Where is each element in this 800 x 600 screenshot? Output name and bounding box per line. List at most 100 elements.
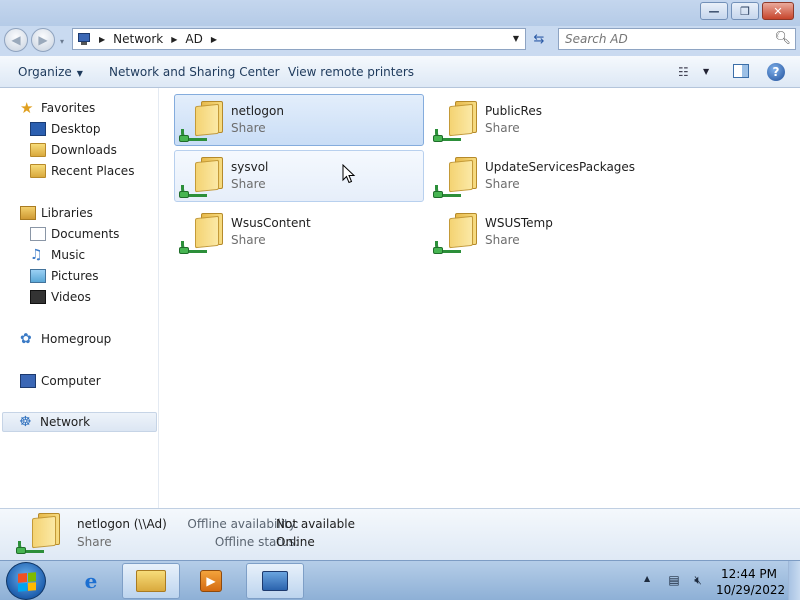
share-name: netlogon bbox=[231, 104, 284, 118]
recent-places-icon bbox=[30, 164, 46, 178]
breadcrumb: ▶ Network ▶ AD ▶ bbox=[99, 32, 225, 46]
music-note-icon: ♫ bbox=[30, 247, 43, 263]
address-row: ◀ ▶ ▾ ▶ Network ▶ AD ▶ ▼ ⇆ 🔍︎ bbox=[0, 26, 800, 56]
nav-network[interactable]: ☸ Network bbox=[2, 412, 157, 432]
shared-folder-icon bbox=[179, 99, 227, 145]
share-name: WsusContent bbox=[231, 216, 311, 230]
nav-recent-places[interactable]: Recent Places bbox=[30, 161, 134, 181]
downloads-folder-icon bbox=[30, 143, 46, 157]
back-button[interactable]: ◀ bbox=[4, 28, 28, 52]
taskbar-internet-explorer[interactable]: e bbox=[62, 563, 120, 599]
nav-homegroup[interactable]: ✿ Homegroup bbox=[20, 329, 111, 349]
search-box[interactable]: 🔍︎ bbox=[558, 28, 796, 50]
share-tile-updateservicespackages[interactable]: UpdateServicesPackages Share bbox=[428, 150, 678, 202]
clock-time: 12:44 PM bbox=[721, 567, 777, 581]
nav-network-label: Network bbox=[40, 415, 91, 429]
taskbar: e ▶ ▲ ▤ 🔇︎ 12:44 PM 10/29/2022 bbox=[0, 560, 800, 600]
internet-explorer-icon: e bbox=[84, 569, 98, 593]
nav-downloads-label: Downloads bbox=[51, 143, 117, 157]
nav-desktop-label: Desktop bbox=[51, 122, 101, 136]
start-button[interactable] bbox=[6, 562, 46, 600]
nav-videos-label: Videos bbox=[51, 290, 91, 304]
breadcrumb-ad[interactable]: AD bbox=[185, 32, 202, 46]
homegroup-icon: ✿ bbox=[20, 331, 32, 347]
share-tile-sysvol[interactable]: sysvol Share bbox=[174, 150, 424, 202]
address-bar[interactable]: ▶ Network ▶ AD ▶ ▼ bbox=[72, 28, 526, 50]
nav-music[interactable]: ♫ Music bbox=[30, 245, 85, 265]
refresh-button[interactable]: ⇆ bbox=[529, 30, 549, 48]
nav-downloads[interactable]: Downloads bbox=[30, 140, 117, 160]
network-sharing-center-button[interactable]: Network and Sharing Center bbox=[109, 65, 280, 79]
share-type: Share bbox=[485, 121, 520, 135]
help-button[interactable]: ? bbox=[767, 63, 785, 81]
address-history-dropdown[interactable]: ▼ bbox=[513, 34, 519, 43]
close-button[interactable]: ✕ bbox=[762, 2, 794, 20]
organize-label: Organize bbox=[18, 65, 72, 79]
chevron-down-icon: ▼ bbox=[76, 69, 83, 78]
title-bar: — ❐ ✕ bbox=[0, 0, 800, 26]
details-item-type: Share bbox=[77, 535, 112, 549]
view-remote-printers-button[interactable]: View remote printers bbox=[288, 65, 414, 79]
share-type: Share bbox=[231, 177, 266, 191]
breadcrumb-separator-icon[interactable]: ▶ bbox=[99, 35, 105, 44]
search-input[interactable] bbox=[559, 29, 759, 49]
taskbar-server-manager[interactable] bbox=[246, 563, 304, 599]
shared-folder-icon bbox=[433, 155, 481, 201]
share-type: Share bbox=[231, 233, 266, 247]
nav-documents[interactable]: Documents bbox=[30, 224, 119, 244]
network-location-icon bbox=[77, 32, 93, 46]
share-tile-netlogon[interactable]: netlogon Share bbox=[174, 94, 424, 146]
change-view-button[interactable]: ☷ bbox=[678, 65, 689, 79]
nav-libraries[interactable]: Libraries bbox=[20, 203, 93, 223]
shared-folder-icon bbox=[179, 155, 227, 201]
volume-muted-icon[interactable]: 🔇︎ bbox=[690, 572, 706, 588]
clock-date: 10/29/2022 bbox=[716, 583, 786, 597]
preview-pane-button[interactable] bbox=[733, 64, 749, 78]
share-type: Share bbox=[231, 121, 266, 135]
clock[interactable]: 12:44 PM 10/29/2022 bbox=[716, 566, 786, 598]
magnifier-icon[interactable]: 🔍︎ bbox=[774, 31, 791, 46]
shared-folder-icon bbox=[179, 211, 227, 257]
forward-button[interactable]: ▶ bbox=[31, 28, 55, 52]
server-manager-icon bbox=[247, 564, 303, 598]
navigation-pane: ★ Favorites Desktop Downloads Recent Plac… bbox=[0, 88, 159, 508]
restore-button[interactable]: ❐ bbox=[731, 2, 759, 20]
share-name: UpdateServicesPackages bbox=[485, 160, 636, 174]
command-bar: Organize ▼ Network and Sharing Center Vie… bbox=[0, 56, 800, 88]
breadcrumb-separator-icon[interactable]: ▶ bbox=[211, 35, 217, 44]
computer-icon bbox=[20, 374, 36, 388]
recent-pages-dropdown[interactable]: ▾ bbox=[60, 37, 64, 46]
refresh-icon: ⇆ bbox=[533, 31, 545, 47]
taskbar-windows-explorer[interactable] bbox=[122, 563, 180, 599]
views-icon: ☷ bbox=[678, 65, 689, 79]
share-tile-publicres[interactable]: PublicRes Share bbox=[428, 94, 678, 146]
nav-videos[interactable]: Videos bbox=[30, 287, 91, 307]
explorer-folder-icon bbox=[123, 564, 179, 598]
nav-favorites-label: Favorites bbox=[41, 101, 96, 115]
close-icon: ✕ bbox=[773, 4, 783, 18]
restore-icon: ❐ bbox=[740, 4, 750, 18]
file-list: netlogon Share PublicRes Share sysvol Sh… bbox=[160, 88, 800, 508]
mouse-cursor-icon bbox=[342, 164, 356, 184]
windows-logo-icon bbox=[18, 572, 36, 592]
taskbar-media-player[interactable]: ▶ bbox=[182, 563, 240, 599]
documents-icon bbox=[30, 227, 46, 241]
network-tray-icon[interactable]: ▤ bbox=[666, 572, 682, 588]
nav-desktop[interactable]: Desktop bbox=[30, 119, 101, 139]
nav-computer[interactable]: Computer bbox=[20, 371, 101, 391]
star-icon: ★ bbox=[20, 99, 34, 117]
nav-favorites[interactable]: ★ Favorites bbox=[20, 98, 95, 118]
share-tile-wsustemp[interactable]: WSUSTemp Share bbox=[428, 206, 678, 258]
more-views-dropdown[interactable]: ▼ bbox=[703, 67, 709, 76]
minimize-button[interactable]: — bbox=[700, 2, 728, 20]
share-name: sysvol bbox=[231, 160, 269, 174]
show-hidden-icons-button[interactable]: ▲ bbox=[644, 574, 650, 583]
show-desktop-button[interactable] bbox=[788, 561, 800, 600]
breadcrumb-separator-icon[interactable]: ▶ bbox=[171, 35, 177, 44]
breadcrumb-network[interactable]: Network bbox=[113, 32, 163, 46]
nav-pictures[interactable]: Pictures bbox=[30, 266, 99, 286]
organize-button[interactable]: Organize ▼ bbox=[18, 65, 83, 79]
back-arrow-icon: ◀ bbox=[11, 33, 21, 47]
share-type: Share bbox=[485, 233, 520, 247]
share-tile-wsuscontent[interactable]: WsusContent Share bbox=[174, 206, 424, 258]
